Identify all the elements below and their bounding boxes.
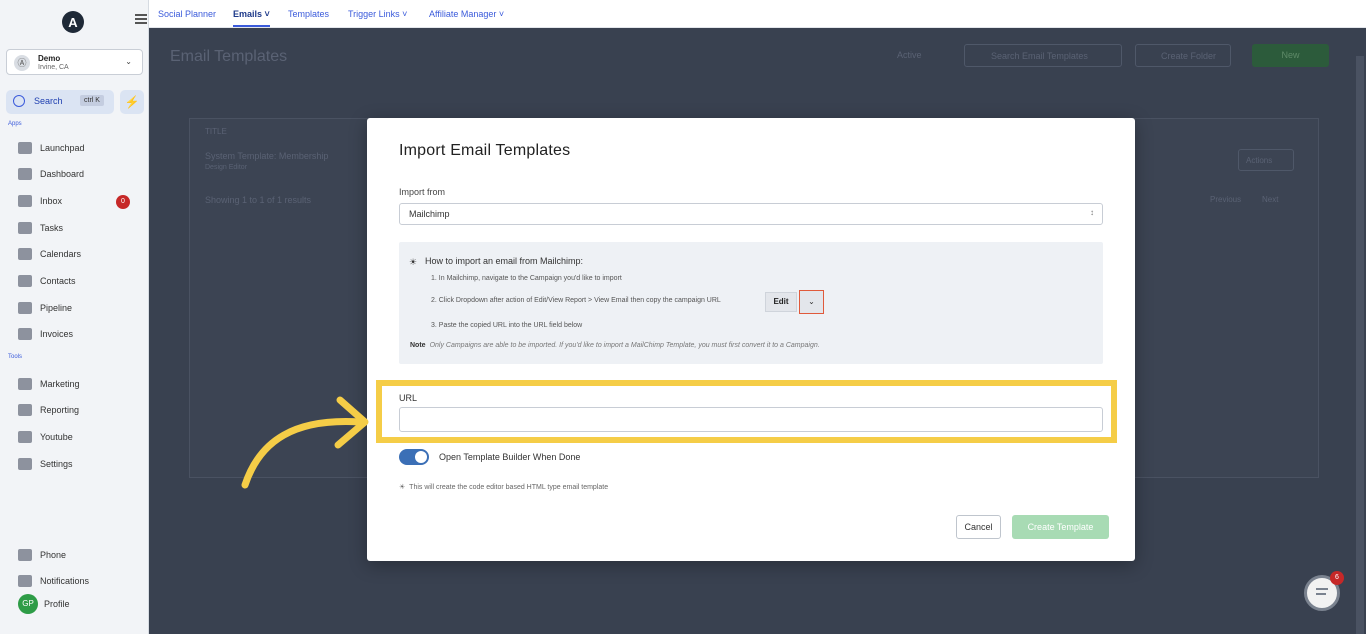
row-sub: Design Editor [205, 164, 248, 171]
phone-icon [18, 549, 32, 561]
previous-button[interactable]: Previous [1210, 195, 1241, 204]
sidebar: A Ⓐ Demo Irvine, CA ⌄ Search ctrl K ⚡ Ap… [0, 0, 149, 634]
tab-emails[interactable]: Emails ˅ [233, 9, 270, 27]
instructions-heading: How to import an email from Mailchimp: [425, 256, 584, 266]
toggle-label: Open Template Builder When Done [439, 452, 581, 462]
chart-icon [18, 404, 32, 416]
template-search-placeholder: Search Email Templates [991, 51, 1088, 61]
lightbulb-icon: ☀ [409, 257, 418, 267]
row-title[interactable]: System Template: Membership [205, 151, 328, 161]
section-apps: Apps [8, 121, 22, 127]
sidebar-item-youtube[interactable]: Youtube [18, 429, 73, 445]
sidebar-item-settings[interactable]: Settings [18, 456, 73, 472]
youtube-icon [18, 431, 32, 443]
url-label: URL [399, 393, 418, 403]
annotation-arrow-icon [241, 396, 369, 489]
col-title: TITLE [205, 127, 227, 136]
rocket-icon [18, 142, 32, 154]
sidebar-item-invoices[interactable]: Invoices [18, 326, 73, 342]
step-3: 3. Paste the copied URL into the URL fie… [431, 322, 583, 329]
search-icon [13, 95, 25, 107]
sidebar-item-tasks[interactable]: Tasks [18, 220, 63, 236]
builder-hint: ☀ This will create the code editor based… [399, 484, 609, 491]
template-search[interactable]: Search Email Templates [964, 44, 1122, 67]
create-folder-button[interactable]: Create Folder [1135, 44, 1231, 67]
select-arrows-icon: ↕ [1090, 208, 1094, 217]
search-shortcut: ctrl K [80, 95, 104, 106]
chevron-down-icon: ⌄ [799, 290, 824, 314]
step-1: 1. In Mailchimp, navigate to the Campaig… [431, 275, 622, 282]
dashboard-icon [18, 168, 32, 180]
cancel-button[interactable]: Cancel [956, 515, 1001, 539]
open-builder-toggle[interactable] [399, 449, 429, 465]
chat-widget[interactable]: 6 [1304, 571, 1344, 611]
lightbulb-icon: ☀ [399, 484, 410, 491]
sidebar-item-calendars[interactable]: Calendars [18, 246, 81, 262]
contacts-icon [18, 275, 32, 287]
search-label: Search [34, 96, 63, 106]
sidebar-item-launchpad[interactable]: Launchpad [18, 140, 85, 156]
tab-templates[interactable]: Templates [288, 9, 329, 19]
scrollbar[interactable] [1356, 56, 1364, 634]
megaphone-icon [18, 378, 32, 390]
sidebar-item-contacts[interactable]: Contacts [18, 273, 76, 289]
import-from-select[interactable]: Mailchimp ↕ [399, 203, 1103, 225]
location-switcher[interactable]: Ⓐ Demo Irvine, CA ⌄ [6, 49, 143, 75]
tab-trigger-links[interactable]: Trigger Links ˅ [348, 9, 407, 19]
chevron-down-icon: ⌄ [125, 57, 132, 66]
status-filter[interactable]: Active [897, 50, 922, 60]
showing-text: Showing 1 to 1 of 1 results [205, 195, 312, 205]
search-button[interactable]: Search ctrl K [6, 90, 114, 114]
quick-action-bolt-icon[interactable]: ⚡ [120, 90, 144, 114]
sidebar-item-marketing[interactable]: Marketing [18, 376, 80, 392]
profile-avatar: GP [18, 594, 38, 614]
sidebar-item-phone[interactable]: Phone [18, 547, 66, 563]
sidebar-item-reporting[interactable]: Reporting [18, 402, 79, 418]
modal-title: Import Email Templates [399, 142, 571, 159]
app-logo[interactable]: A [62, 11, 84, 33]
tasks-icon [18, 222, 32, 234]
bell-icon [18, 575, 32, 587]
tab-social-planner[interactable]: Social Planner [158, 9, 216, 19]
gear-icon [18, 458, 32, 470]
tab-affiliate-manager[interactable]: Affiliate Manager ˅ [429, 9, 504, 19]
location-sub: Irvine, CA [38, 64, 69, 71]
chat-badge: 6 [1330, 571, 1344, 585]
instructions-panel: ☀ How to import an email from Mailchimp:… [399, 242, 1103, 364]
sidebar-item-inbox[interactable]: Inbox [18, 193, 62, 209]
top-nav: Social Planner Emails ˅ Templates Trigge… [149, 0, 1366, 28]
create-template-button[interactable]: Create Template [1012, 515, 1109, 539]
new-button[interactable]: New [1252, 44, 1329, 67]
sidebar-item-notifications[interactable]: Notifications [18, 573, 89, 589]
location-name: Demo [38, 54, 61, 63]
pipeline-icon [18, 302, 32, 314]
url-highlight: URL [376, 380, 1117, 443]
step-2: 2. Click Dropdown after action of Edit/V… [431, 297, 721, 304]
sidebar-item-dashboard[interactable]: Dashboard [18, 166, 84, 182]
actions-dropdown[interactable]: Actions [1238, 149, 1294, 171]
import-from-label: Import from [399, 187, 446, 197]
inbox-badge: 0 [116, 195, 130, 209]
section-tools: Tools [8, 354, 23, 360]
edit-example-button: Edit [765, 292, 797, 312]
collapse-menu-icon[interactable] [135, 14, 147, 24]
next-button[interactable]: Next [1262, 195, 1278, 204]
invoice-icon [18, 328, 32, 340]
url-input[interactable] [399, 407, 1103, 432]
location-avatar: Ⓐ [14, 55, 30, 71]
sidebar-item-profile[interactable]: GP Profile [18, 594, 70, 614]
sidebar-item-pipeline[interactable]: Pipeline [18, 300, 72, 316]
page-title: Email Templates [170, 48, 288, 65]
import-modal: Import Email Templates Import from Mailc… [367, 118, 1135, 561]
calendar-icon [18, 248, 32, 260]
inbox-icon [18, 195, 32, 207]
note-text: Note Only Campaigns are able to be import… [410, 342, 820, 349]
